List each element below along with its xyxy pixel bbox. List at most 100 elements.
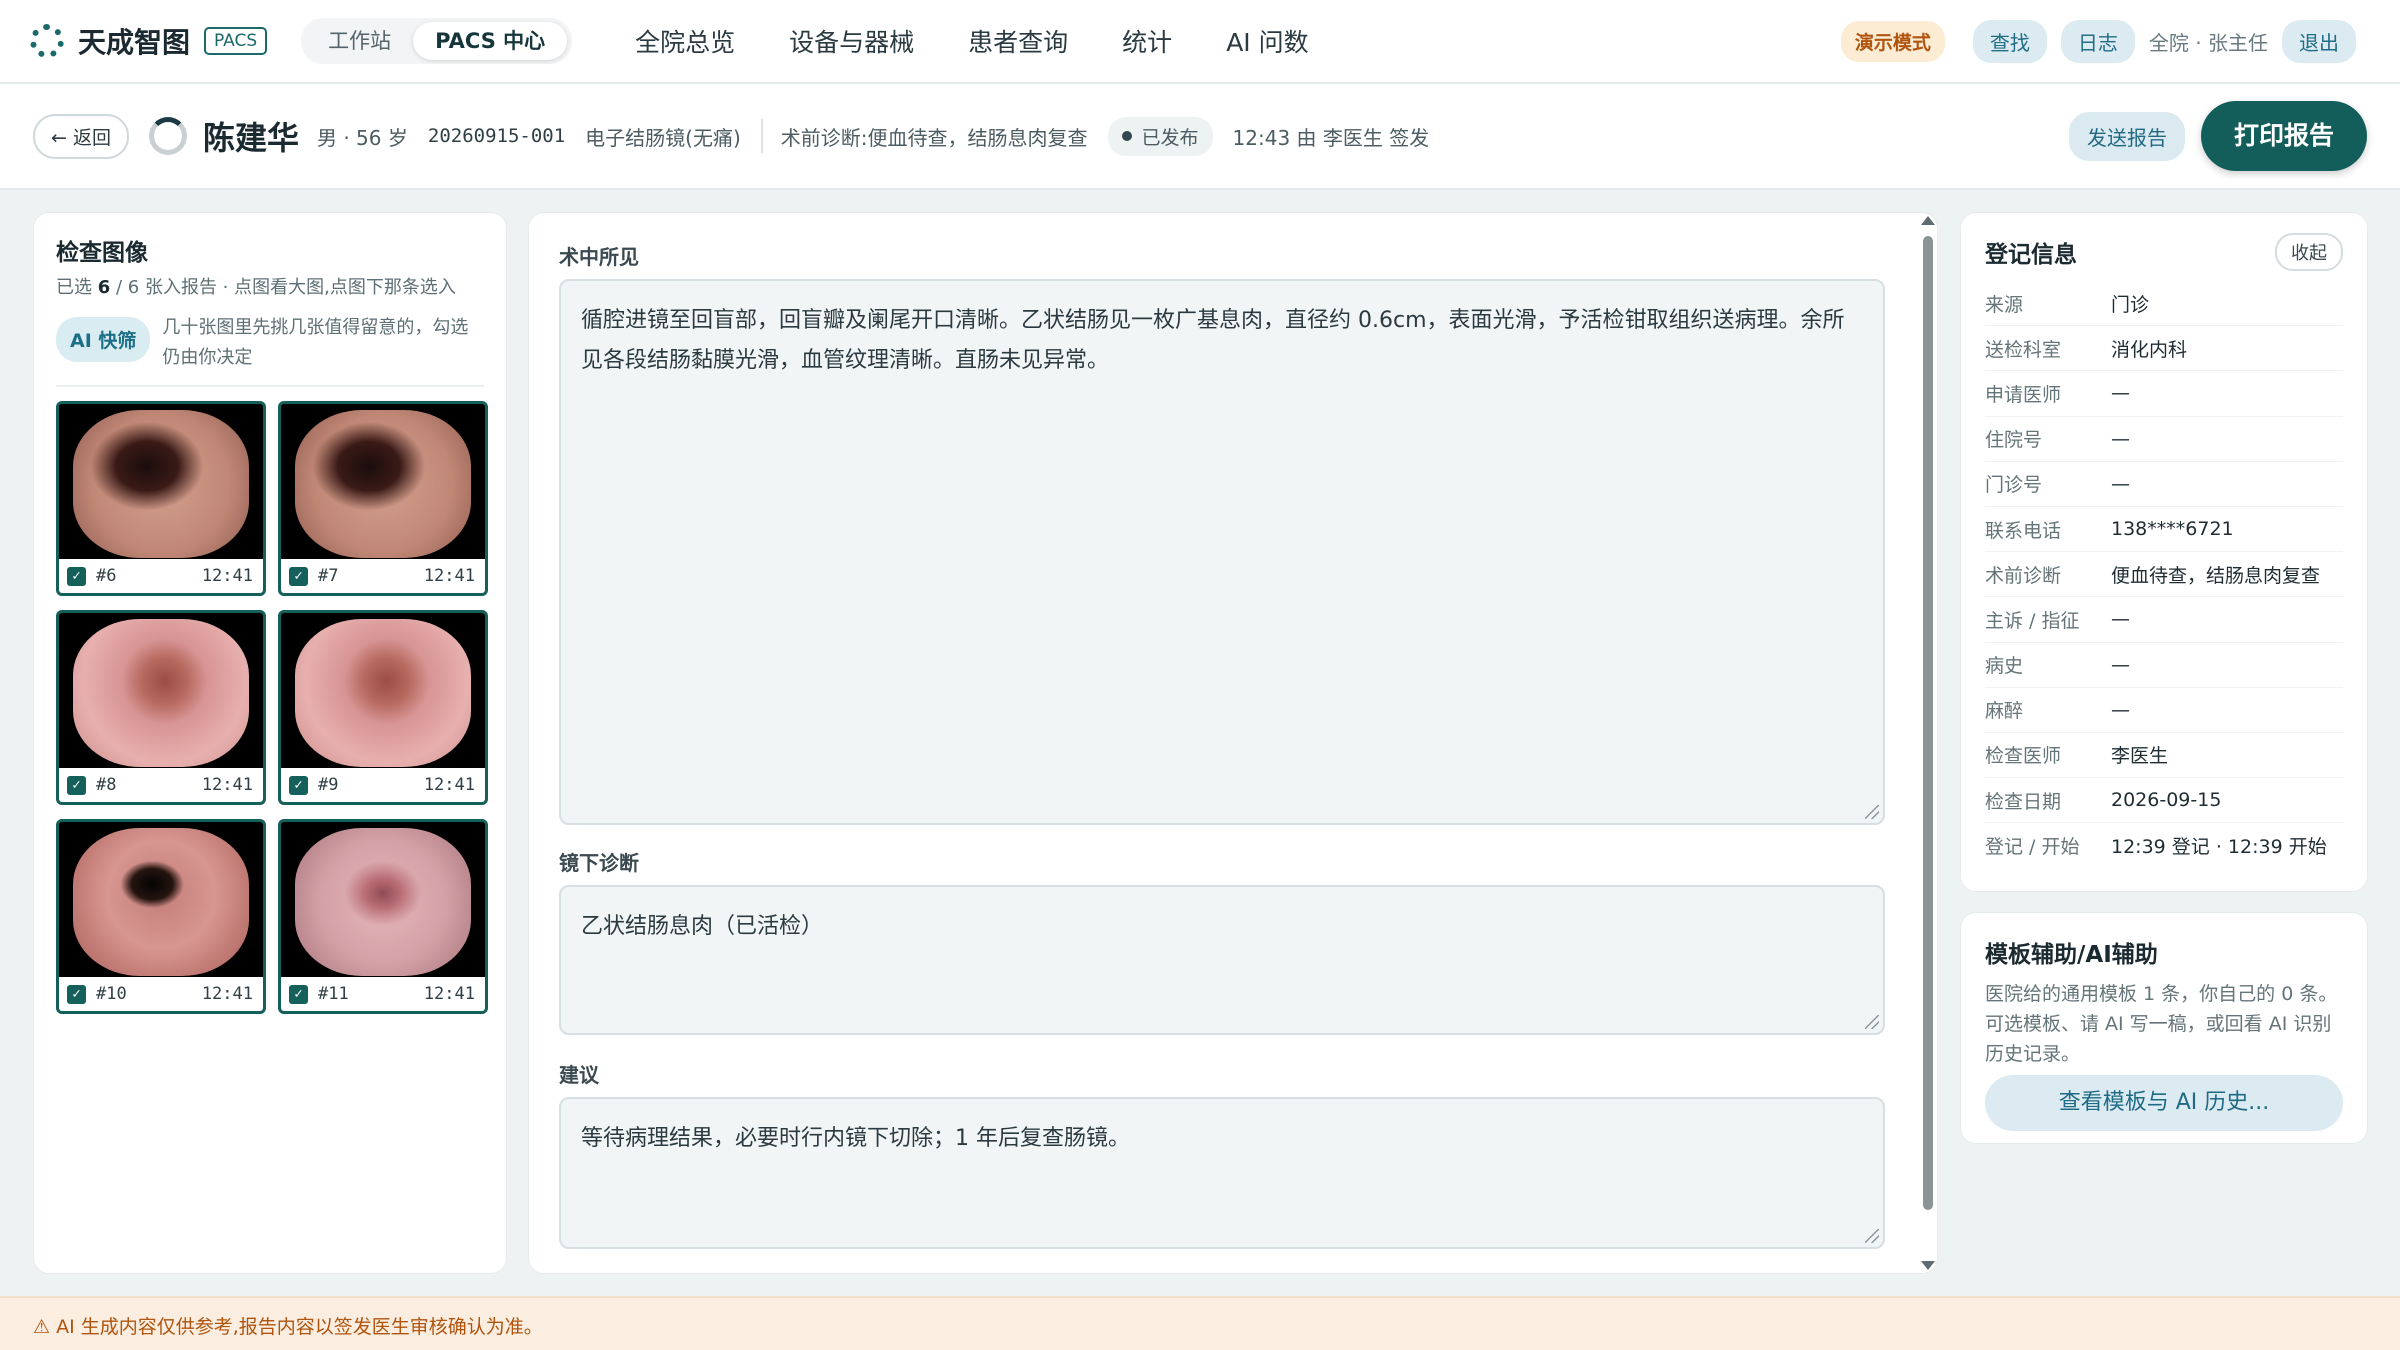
checkbox-checked-icon[interactable]: ✓ (289, 775, 308, 795)
top-right-tools: 演示模式 查找 日志 全院 · 张主任 退出 (1840, 19, 2370, 63)
image-thumb[interactable]: ✓ #7 12:41 (278, 401, 488, 596)
reg-row-exam-date: 检查日期 2026-09-15 (1985, 778, 2343, 824)
checkbox-checked-icon[interactable]: ✓ (67, 775, 86, 795)
image-thumb[interactable]: ✓ #8 12:41 (56, 610, 266, 805)
reg-row-source: 来源 门诊 (1985, 281, 2343, 327)
checkbox-checked-icon[interactable]: ✓ (289, 566, 308, 586)
thumb-select-bar[interactable]: ✓ #8 12:41 (59, 768, 263, 802)
print-report-button[interactable]: 打印报告 (2200, 101, 2367, 171)
brand-name: 天成智图 (78, 26, 191, 59)
thumb-select-bar[interactable]: ✓ #11 12:41 (281, 977, 485, 1011)
nav-ai-query[interactable]: AI 问数 (1226, 23, 1308, 59)
image-thumb[interactable]: ✓ #6 12:41 (56, 401, 266, 596)
nav-patient-search[interactable]: 患者查询 (968, 23, 1068, 59)
ai-screen-button[interactable]: AI 快筛 (56, 317, 151, 362)
status-dot-icon (1121, 131, 1132, 141)
thumb-select-bar[interactable]: ✓ #10 12:41 (59, 977, 263, 1011)
status-badge: 已发布 (1107, 116, 1213, 156)
reg-row-outpatient-no: 门诊号 — (1985, 462, 2343, 507)
diagnosis-label: 镜下诊断 (559, 851, 639, 875)
signed-info: 12:43 由 李医生 签发 (1232, 125, 1430, 150)
registration-panel: 登记信息 收起 来源 门诊 送检科室 消化内科 申请医师 — 住院号 — 门诊号 — 联系… (1960, 212, 2368, 892)
template-description: 医院给的通用模板 1 条，你自己的 0 条。可选模板、请 AI 写一稿，或回看 … (1985, 983, 2338, 1065)
findings-label: 术中所见 (559, 245, 639, 269)
endoscopy-image[interactable] (73, 619, 249, 767)
endoscopy-image[interactable] (295, 619, 471, 767)
endoscopy-image[interactable] (295, 828, 471, 976)
reg-row-anesthesia: 麻醉 — (1985, 688, 2343, 733)
main-nav: 全院总览 设备与器械 患者查询 统计 AI 问数 (608, 23, 1336, 59)
checkbox-checked-icon[interactable]: ✓ (67, 566, 86, 586)
reg-row-history: 病史 — (1985, 643, 2343, 688)
demo-mode-badge: 演示模式 (1840, 20, 1945, 62)
scroll-down-icon[interactable] (1921, 1261, 1935, 1270)
ai-screen-hint: 几十张图里先挑几张值得留意的，勾选仍由你决定 (162, 317, 469, 368)
loading-spinner-icon (148, 117, 187, 155)
template-title: 模板辅助/AI辅助 (1985, 942, 2158, 968)
back-button[interactable]: ← 返回 (33, 113, 129, 159)
images-title: 检查图像 (56, 240, 148, 266)
resize-grip-icon[interactable] (1865, 1015, 1879, 1029)
thumbnail-grid: ✓ #6 12:41 ✓ #7 12:41 ✓ #8 12:41 ✓ #9 12:41 ✓ #10… (56, 401, 488, 1014)
scrollbar-thumb[interactable] (1923, 236, 1933, 1210)
nav-hospital-overview[interactable]: 全院总览 (635, 23, 735, 59)
reg-row-pre-diagnosis: 术前诊断 便血待查，结肠息肉复查 (1985, 552, 2343, 598)
top-bar: 天成智图 PACS 工作站 PACS 中心 全院总览 设备与器械 患者查询 统计… (0, 0, 2400, 84)
nav-pacs-center[interactable]: PACS 中心 (413, 22, 568, 60)
exam-type: 电子结肠镜(无痛) (585, 125, 741, 150)
pre-diagnosis: 术前诊断:便血待查，结肠息肉复查 (780, 125, 1088, 150)
logo-icon (30, 24, 64, 58)
registration-title: 登记信息 (1985, 242, 2077, 268)
thumb-select-bar[interactable]: ✓ #9 12:41 (281, 768, 485, 802)
nav-devices[interactable]: 设备与器械 (789, 23, 914, 59)
view-templates-ai-history-button[interactable]: 查看模板与 AI 历史... (1985, 1075, 2343, 1131)
resize-grip-icon[interactable] (1865, 805, 1879, 819)
endoscopy-image[interactable] (295, 410, 471, 558)
thumb-select-bar[interactable]: ✓ #7 12:41 (281, 559, 485, 593)
send-report-button[interactable]: 发送报告 (2068, 111, 2185, 161)
image-thumb[interactable]: ✓ #10 12:41 (56, 819, 266, 1014)
reg-row-complaint: 主诉 / 指征 — (1985, 597, 2343, 643)
selected-count: 6 (97, 277, 111, 298)
reg-row-exam-doctor: 检查医师 李医生 (1985, 733, 2343, 779)
findings-textarea[interactable]: 循腔进镜至回盲部，回盲瓣及阑尾开口清晰。乙状结肠见一枚广基息肉，直径约 0.6c… (559, 279, 1885, 825)
thumb-select-bar[interactable]: ✓ #6 12:41 (59, 559, 263, 593)
image-thumb[interactable]: ✓ #9 12:41 (278, 610, 488, 805)
brand-logo[interactable]: 天成智图 PACS (30, 21, 268, 61)
find-button[interactable]: 查找 (1972, 19, 2047, 63)
checkbox-checked-icon[interactable]: ✓ (289, 984, 308, 1004)
logout-button[interactable]: 退出 (2282, 19, 2356, 63)
scroll-up-icon[interactable] (1921, 216, 1935, 225)
reg-row-department: 送检科室 消化内科 (1985, 326, 2343, 372)
nav-statistics[interactable]: 统计 (1122, 23, 1172, 59)
report-scrollbar[interactable] (1920, 214, 1936, 1272)
ai-disclaimer: ⚠ AI 生成内容仅供参考,报告内容以签发医生审核确认为准。 (0, 1296, 2400, 1350)
pacs-tag: PACS (204, 27, 268, 55)
patient-header: ← 返回 陈建华 男 · 56 岁 20260915-001 电子结肠镜(无痛)… (0, 84, 2400, 190)
exam-images-panel: 检查图像 已选 6 / 6 张入报告 · 点图看大图,点图下那条选入 AI 快筛… (33, 212, 507, 1274)
advice-label: 建议 (559, 1063, 599, 1087)
report-editor: 术中所见 循腔进镜至回盲部，回盲瓣及阑尾开口清晰。乙状结肠见一枚广基息肉，直径约… (528, 212, 1938, 1274)
nav-workstation[interactable]: 工作站 (306, 22, 413, 60)
divider (760, 119, 763, 153)
exam-id: 20260915-001 (427, 125, 566, 147)
reg-row-requesting-doctor: 申请医师 — (1985, 371, 2343, 417)
image-thumb[interactable]: ✓ #11 12:41 (278, 819, 488, 1014)
mode-switch: 工作站 PACS 中心 (301, 18, 573, 64)
images-selection-summary: 已选 6 / 6 张入报告 · 点图看大图,点图下那条选入 (56, 277, 456, 298)
checkbox-checked-icon[interactable]: ✓ (67, 984, 86, 1004)
ai-screening: AI 快筛 几十张图里先挑几张值得留意的，勾选仍由你决定 (56, 313, 484, 387)
template-ai-panel: 模板辅助/AI辅助 医院给的通用模板 1 条，你自己的 0 条。可选模板、请 A… (1960, 912, 2368, 1144)
patient-demographics: 男 · 56 岁 (316, 125, 408, 150)
reg-row-phone: 联系电话 138****6721 (1985, 507, 2343, 553)
patient-name: 陈建华 (202, 119, 299, 157)
collapse-button[interactable]: 收起 (2275, 233, 2343, 271)
endoscopy-image[interactable] (73, 410, 249, 558)
resize-grip-icon[interactable] (1865, 1229, 1879, 1243)
diagnosis-textarea[interactable]: 乙状结肠息肉（已活检） (559, 885, 1885, 1035)
status-label: 已发布 (1141, 126, 1199, 149)
log-button[interactable]: 日志 (2060, 19, 2135, 63)
endoscopy-image[interactable] (73, 828, 249, 976)
reg-row-inpatient-no: 住院号 — (1985, 417, 2343, 462)
advice-textarea[interactable]: 等待病理结果，必要时行内镜下切除；1 年后复查肠镜。 (559, 1097, 1885, 1249)
